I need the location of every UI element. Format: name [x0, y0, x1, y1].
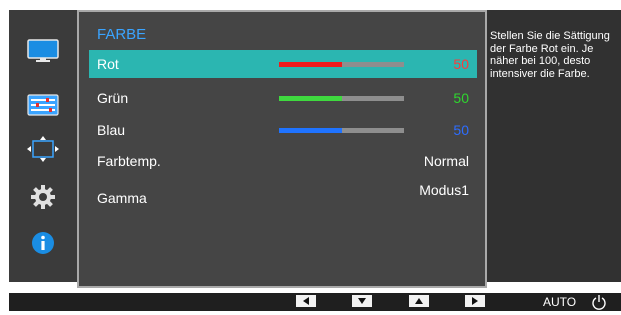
blue-slider-fill	[279, 128, 342, 133]
menu-title: FARBE	[97, 26, 147, 43]
arrow-down-icon[interactable]	[352, 295, 372, 307]
bottom-control-bar: AUTO	[9, 293, 621, 311]
picture-adjust-icon[interactable]	[26, 90, 60, 120]
green-slider[interactable]	[279, 96, 404, 101]
green-value: 50	[453, 90, 469, 106]
arrow-right-icon[interactable]	[465, 295, 485, 307]
arrow-up-icon[interactable]	[409, 295, 429, 307]
info-icon[interactable]	[26, 228, 60, 258]
menu-item-color-temp[interactable]: Farbtemp. Normal	[89, 147, 477, 175]
gamma-value: Modus1	[419, 182, 469, 198]
red-slider-fill	[279, 62, 342, 67]
gear-icon[interactable]	[26, 182, 60, 212]
screen-size-icon[interactable]	[26, 134, 60, 164]
menu-item-label: Grün	[97, 90, 129, 106]
auto-button[interactable]: AUTO	[543, 295, 576, 309]
menu-item-red[interactable]: Rot 50	[89, 50, 477, 78]
blue-slider[interactable]	[279, 128, 404, 133]
blue-value: 50	[453, 122, 469, 138]
color-temp-value: Normal	[423, 153, 469, 169]
help-text: Stellen Sie die Sättigung der Farbe Rot …	[490, 30, 610, 80]
menu-item-label: Rot	[97, 56, 119, 72]
menu-item-blue[interactable]: Blau 50	[89, 116, 477, 144]
menu-item-label: Blau	[97, 122, 126, 138]
menu-item-label: Farbtemp.	[97, 153, 161, 169]
monitor-icon[interactable]	[26, 36, 60, 66]
menu-item-green[interactable]: Grün 50	[89, 84, 477, 112]
menu-item-gamma[interactable]: Gamma Modus1	[89, 180, 477, 208]
red-slider[interactable]	[279, 62, 404, 67]
menu-item-label: Gamma	[97, 190, 147, 206]
sidebar	[9, 10, 77, 282]
red-value: 50	[453, 56, 469, 72]
arrow-left-icon[interactable]	[296, 295, 316, 307]
color-menu-panel: FARBE Rot 50 Grün 50 Blau 50 Farbtemp. N…	[77, 10, 487, 288]
power-icon[interactable]	[591, 294, 607, 310]
green-slider-fill	[279, 96, 342, 101]
